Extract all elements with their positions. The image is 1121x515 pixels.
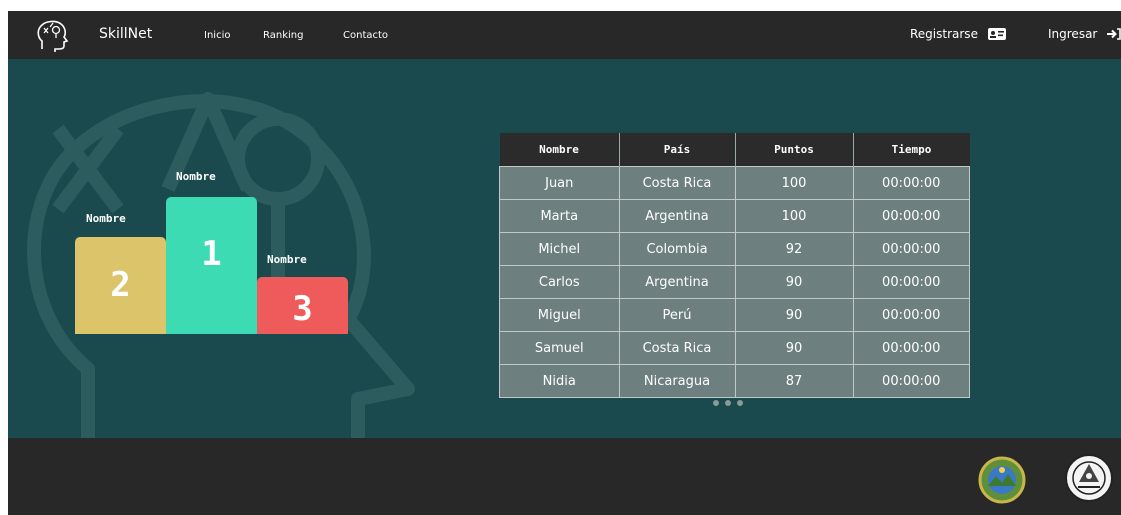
- nav-link-inicio[interactable]: Inicio: [204, 30, 230, 41]
- podium-second-number: 2: [110, 265, 131, 305]
- cell-points: 100: [734, 166, 854, 200]
- cell-time: 00:00:00: [852, 166, 970, 200]
- university-seal-icon: [1065, 454, 1113, 502]
- cell-country: Colombia: [618, 232, 736, 266]
- login-button[interactable]: Ingresar: [1048, 27, 1121, 41]
- cell-time: 00:00:00: [852, 298, 970, 332]
- table-row: Michel Colombia 92 00:00:00: [499, 232, 970, 266]
- podium-first-block: 1: [166, 197, 257, 334]
- cell-points: 90: [734, 331, 854, 365]
- podium-third-number: 3: [292, 289, 313, 329]
- cell-points: 92: [734, 232, 854, 266]
- ranking-hero: Nombre Nombre Nombre 2 1 3 Nombre País P…: [8, 59, 1121, 438]
- table-row: Miguel Perú 90 00:00:00: [499, 298, 970, 332]
- header-nombre: Nombre: [499, 133, 620, 167]
- ranking-table: Nombre País Puntos Tiempo Juan Costa Ric…: [499, 133, 970, 398]
- government-seal-icon: [978, 456, 1026, 504]
- cell-country: Costa Rica: [618, 331, 736, 365]
- register-button[interactable]: Registrarse: [910, 27, 1006, 41]
- podium-third-block: 3: [257, 277, 348, 334]
- nav-link-contacto[interactable]: Contacto: [343, 30, 388, 41]
- cell-name: Miguel: [499, 298, 620, 332]
- table-header-row: Nombre País Puntos Tiempo: [499, 133, 970, 167]
- cell-country: Perú: [618, 298, 736, 332]
- table-row: Marta Argentina 100 00:00:00: [499, 199, 970, 233]
- pagination-dot[interactable]: [713, 400, 719, 406]
- podium-first-number: 1: [201, 234, 222, 274]
- id-card-icon: [987, 28, 1006, 40]
- table-row: Nidia Nicaragua 87 00:00:00: [499, 364, 970, 398]
- header-puntos: Puntos: [735, 133, 854, 167]
- header-tiempo: Tiempo: [853, 133, 970, 167]
- cell-time: 00:00:00: [852, 265, 970, 299]
- app-frame: SkillNet Inicio Ranking Contacto Registr…: [8, 11, 1121, 515]
- podium-second-block: 2: [75, 237, 166, 334]
- podium-first-name: Nombre: [176, 170, 216, 183]
- cell-time: 00:00:00: [852, 199, 970, 233]
- header-pais: País: [619, 133, 736, 167]
- pagination-dot[interactable]: [737, 400, 743, 406]
- cell-country: Costa Rica: [618, 166, 736, 200]
- table-row: Samuel Costa Rica 90 00:00:00: [499, 331, 970, 365]
- table-row: Carlos Argentina 90 00:00:00: [499, 265, 970, 299]
- cell-time: 00:00:00: [852, 364, 970, 398]
- brand-name[interactable]: SkillNet: [99, 26, 152, 42]
- nav-link-ranking[interactable]: Ranking: [263, 30, 303, 41]
- top-navbar: SkillNet Inicio Ranking Contacto Registr…: [8, 11, 1121, 59]
- podium-second-name: Nombre: [86, 212, 126, 225]
- cell-name: Carlos: [499, 265, 620, 299]
- cell-country: Argentina: [618, 199, 736, 233]
- sign-in-icon: [1107, 28, 1121, 40]
- cell-points: 100: [734, 199, 854, 233]
- podium-third-name: Nombre: [267, 253, 307, 266]
- cell-points: 87: [734, 364, 854, 398]
- cell-points: 90: [734, 265, 854, 299]
- cell-name: Nidia: [499, 364, 620, 398]
- pagination-dots: [713, 400, 743, 406]
- pagination-dot[interactable]: [725, 400, 731, 406]
- cell-country: Nicaragua: [618, 364, 736, 398]
- cell-points: 90: [734, 298, 854, 332]
- cell-name: Marta: [499, 199, 620, 233]
- cell-country: Argentina: [618, 265, 736, 299]
- head-bulb-logo-icon[interactable]: [34, 19, 70, 53]
- register-label: Registrarse: [910, 27, 978, 41]
- cell-time: 00:00:00: [852, 331, 970, 365]
- cell-time: 00:00:00: [852, 232, 970, 266]
- login-label: Ingresar: [1048, 27, 1098, 41]
- table-row: Juan Costa Rica 100 00:00:00: [499, 166, 970, 200]
- cell-name: Michel: [499, 232, 620, 266]
- footer: [8, 438, 1121, 515]
- cell-name: Samuel: [499, 331, 620, 365]
- cell-name: Juan: [499, 166, 620, 200]
